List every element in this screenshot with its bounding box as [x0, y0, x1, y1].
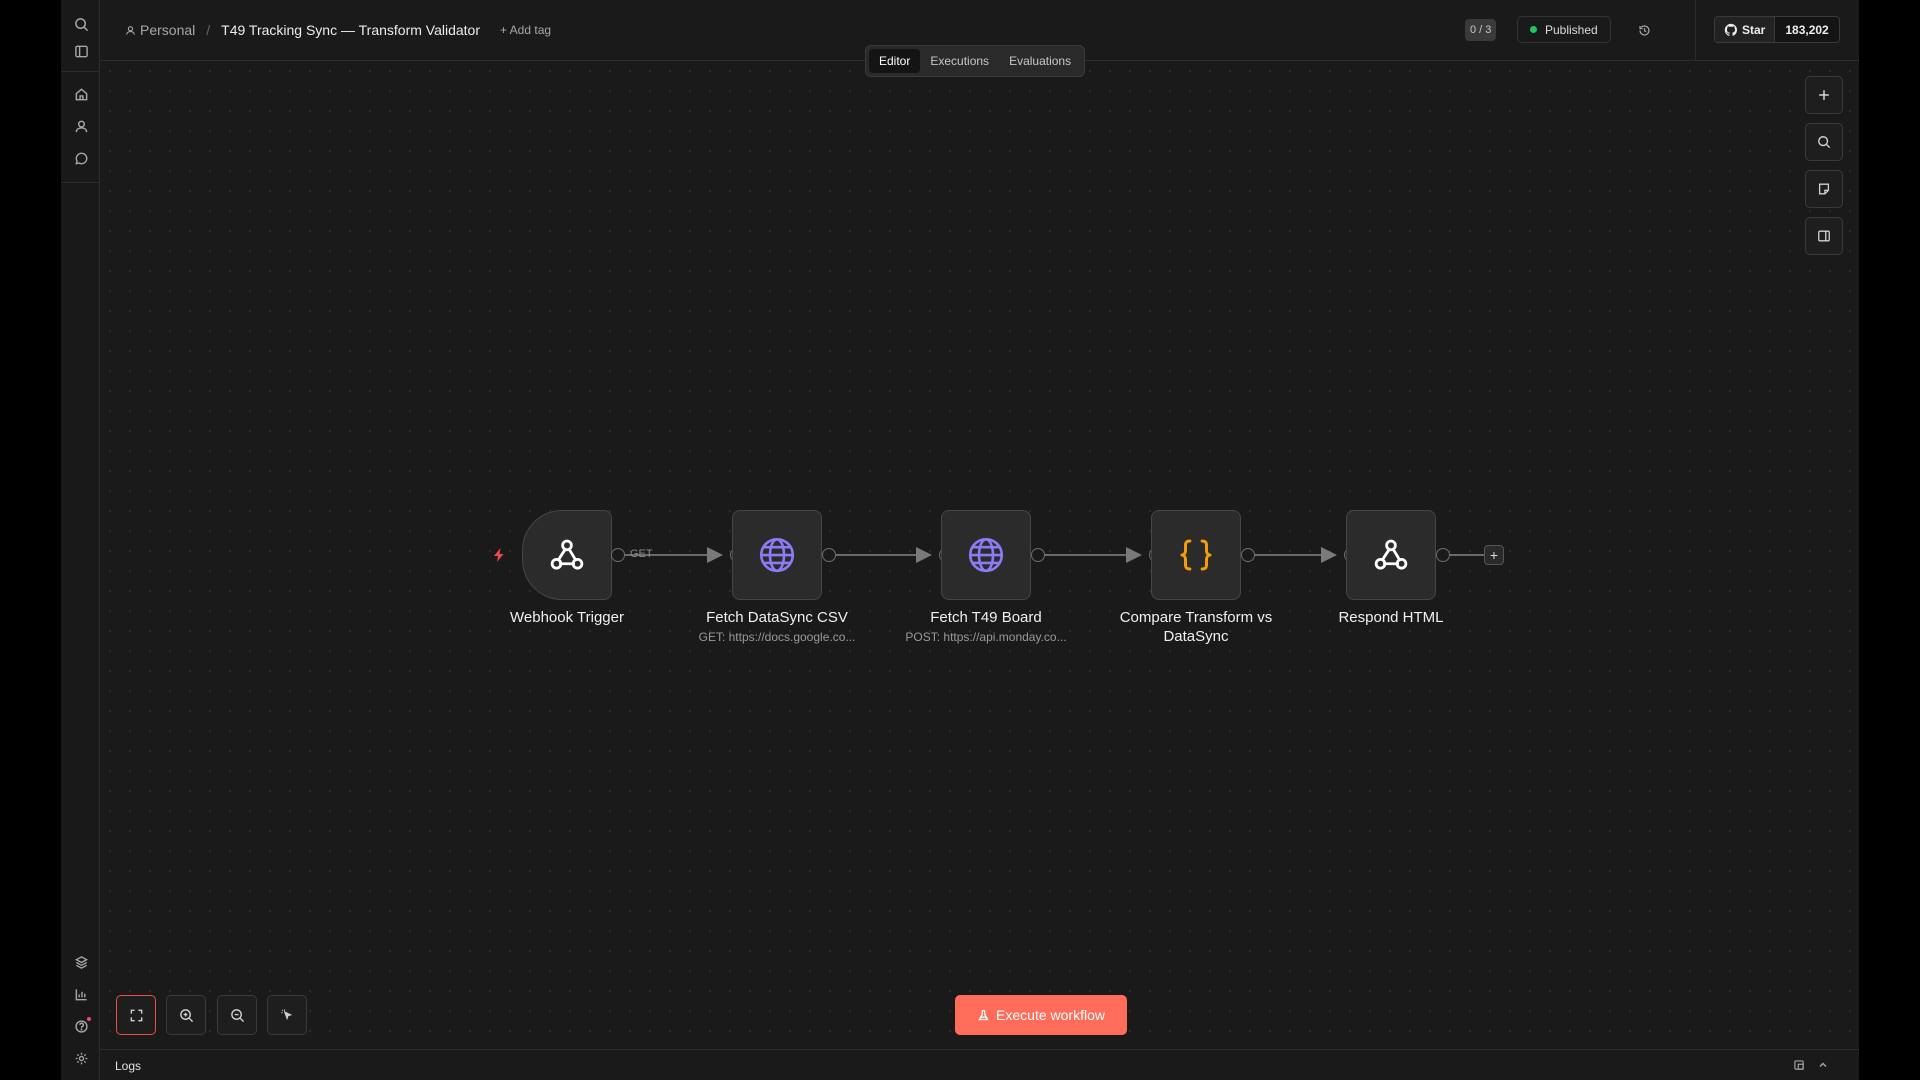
left-sidebar: [61, 0, 100, 1080]
popout-icon[interactable]: [1792, 1058, 1806, 1072]
history-icon[interactable]: [1635, 21, 1653, 39]
tab-editor[interactable]: Editor: [869, 49, 921, 73]
panel-right-icon: [1818, 230, 1830, 242]
node-subtitle: POST: https://api.monday.co...: [905, 630, 1067, 644]
user-icon: [126, 25, 135, 35]
globe-icon: [968, 537, 1004, 573]
logs-panel-bar[interactable]: Logs: [100, 1049, 1859, 1080]
breadcrumb: Personal / T49 Tracking Sync — Transform…: [125, 22, 551, 38]
execute-workflow-button[interactable]: Execute workflow: [955, 995, 1127, 1035]
header-divider: [1695, 0, 1696, 61]
node-label: Respond HTML: [1338, 609, 1444, 626]
fit-view-icon: [130, 1009, 142, 1021]
node-fetch-datasync-csv[interactable]: [732, 510, 822, 600]
node-label: Webhook Trigger: [510, 609, 624, 626]
plus-icon: [1819, 90, 1829, 100]
breadcrumb-personal[interactable]: Personal: [125, 22, 195, 38]
sticky-note-icon: [1818, 183, 1830, 195]
github-icon: [1724, 23, 1738, 36]
edge-label-get: GET: [630, 548, 653, 560]
breadcrumb-separator: /: [206, 22, 211, 38]
zoom-out-button[interactable]: [217, 995, 257, 1035]
add-tag-button[interactable]: + Add tag: [500, 23, 551, 37]
github-star-label: Star: [1742, 22, 1766, 37]
cursor-sparkle-icon: [280, 1008, 292, 1020]
output-handle[interactable]: [1241, 548, 1255, 562]
user-icon[interactable]: [70, 115, 92, 137]
output-handle[interactable]: [1031, 548, 1045, 562]
tidy-up-button[interactable]: [267, 995, 307, 1035]
search-icon: [1818, 136, 1831, 149]
output-handle[interactable]: [822, 548, 836, 562]
logs-label: Logs: [115, 1059, 142, 1073]
tab-evaluations[interactable]: Evaluations: [999, 49, 1081, 73]
search-icon[interactable]: [70, 13, 92, 35]
node-label: Fetch DataSync CSV: [706, 609, 848, 626]
node-subtitle: GET: https://docs.google.co...: [698, 630, 856, 644]
notification-dot: [87, 1017, 91, 1021]
trigger-bolt-icon: [494, 548, 504, 562]
github-star-count: 183,202: [1775, 17, 1839, 42]
globe-icon: [759, 537, 795, 573]
search-nodes-button[interactable]: [1805, 123, 1843, 161]
sidebar-toggle-icon[interactable]: [70, 40, 92, 62]
view-tabs: Editor Executions Evaluations: [865, 45, 1086, 77]
node-respond-html[interactable]: [1346, 510, 1436, 600]
zoom-in-icon: [179, 1008, 193, 1022]
chevron-up-icon[interactable]: [1816, 1058, 1830, 1072]
help-icon[interactable]: [70, 1015, 92, 1037]
node-label: Compare Transform vs DataSync: [1119, 609, 1273, 645]
webhook-icon: [550, 539, 584, 570]
output-handle[interactable]: [1436, 548, 1450, 562]
workflow-title[interactable]: T49 Tracking Sync — Transform Validator: [221, 22, 480, 38]
node-compare-transform[interactable]: [1151, 510, 1241, 600]
sticky-note-button[interactable]: [1805, 170, 1843, 208]
flask-icon: [978, 1009, 989, 1020]
workflow-canvas[interactable]: GET Webhook Trigger Fetch DataSync CSV G…: [100, 61, 1859, 1049]
publish-status-button[interactable]: Published: [1517, 16, 1611, 43]
add-node-panel-button[interactable]: [1805, 76, 1843, 114]
app-window: Personal / T49 Tracking Sync — Transform…: [61, 0, 1859, 1080]
node-fetch-t49-board[interactable]: [941, 510, 1031, 600]
breadcrumb-personal-label: Personal: [140, 22, 196, 38]
templates-icon[interactable]: [70, 951, 92, 973]
workflow-counter-badge: 0 / 3: [1465, 19, 1497, 41]
zoom-out-icon: [230, 1008, 244, 1022]
chat-icon[interactable]: [70, 147, 92, 169]
settings-gear-icon[interactable]: [70, 1047, 92, 1069]
insights-chart-icon[interactable]: [70, 983, 92, 1005]
home-icon[interactable]: [70, 83, 92, 105]
fit-view-button[interactable]: [116, 995, 156, 1035]
publish-status-label: Published: [1545, 22, 1598, 37]
webhook-icon: [1374, 539, 1408, 570]
tab-executions[interactable]: Executions: [920, 49, 999, 73]
add-node-button[interactable]: +: [1484, 545, 1504, 565]
node-webhook-trigger[interactable]: [522, 510, 612, 600]
status-dot: [1530, 26, 1537, 33]
node-label: Fetch T49 Board: [930, 609, 1042, 626]
code-braces-icon: [1180, 539, 1212, 571]
toggle-panel-button[interactable]: [1805, 217, 1843, 255]
execute-workflow-label: Execute workflow: [996, 1007, 1105, 1023]
output-handle[interactable]: [611, 548, 625, 562]
zoom-in-button[interactable]: [166, 995, 206, 1035]
github-star-button[interactable]: Star 183,202: [1714, 16, 1840, 43]
